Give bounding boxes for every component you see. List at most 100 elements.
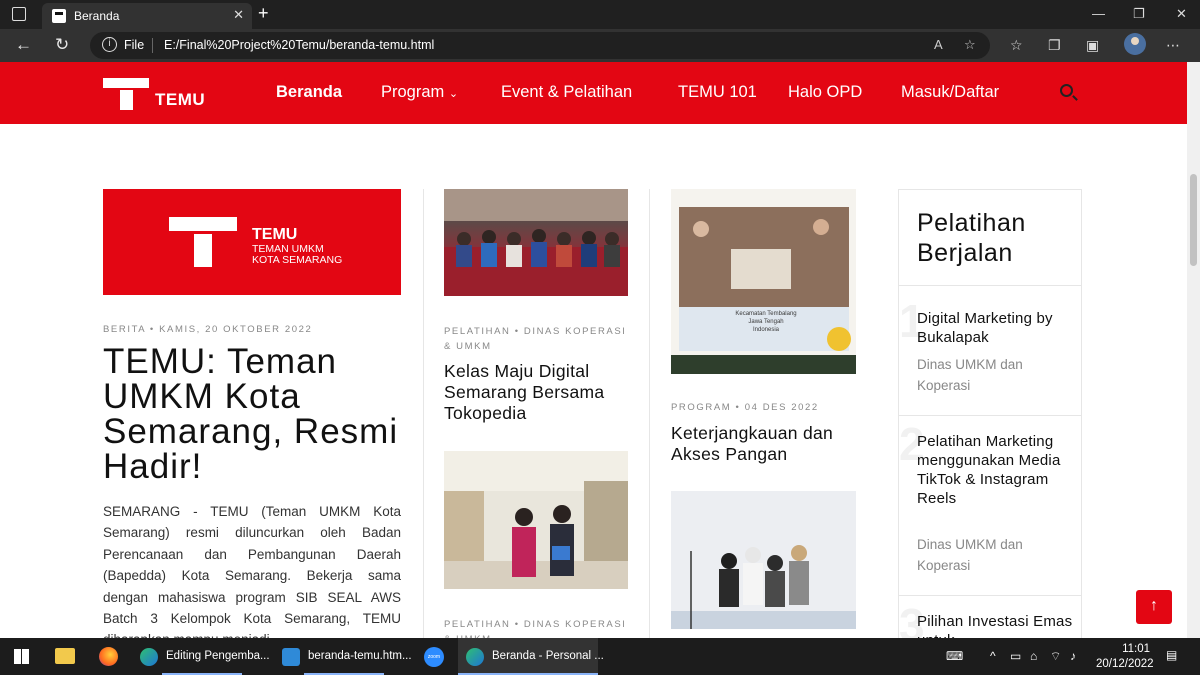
sidebar-heading: Pelatihan Berjalan [917, 209, 1026, 267]
page-viewport: TEMU Beranda Program ⌄ Event & Pelatihan… [0, 62, 1187, 638]
nav-program[interactable]: Program ⌄ [381, 83, 458, 102]
card-title-pangan[interactable]: Keterjangkauan dan Akses Pangan [671, 423, 856, 465]
edge-icon [466, 648, 484, 666]
vscode-icon [282, 648, 300, 666]
arrow-up-icon: ↑ [1150, 597, 1158, 614]
sidebar-divider [899, 285, 1081, 286]
sidebar-item-subtitle: Dinas UMKM dan Koperasi [917, 537, 1023, 573]
extensions-icon[interactable]: ▣ [1086, 37, 1099, 54]
taskbar-item-label: Beranda - Personal ... [492, 650, 604, 662]
nav-beranda[interactable]: Beranda [276, 83, 342, 102]
article-photo-group[interactable] [671, 491, 856, 629]
nav-temu-101[interactable]: TEMU 101 [678, 83, 757, 102]
article-photo-office[interactable] [444, 451, 628, 589]
hero-logo-sub2: KOTA SEMARANG [252, 254, 343, 266]
card-title-kelas-maju[interactable]: Kelas Maju Digital Semarang Bersama Toko… [444, 361, 628, 424]
edge-icon [140, 648, 158, 666]
address-bar[interactable]: i File E:/Final%20Project%20Temu/beranda… [90, 32, 990, 59]
site-header: TEMU Beranda Program ⌄ Event & Pelatihan… [0, 62, 1187, 124]
photo-group [671, 491, 856, 629]
card-meta: PELATIHAN • DINAS KOPERASI & UMKM [444, 326, 627, 352]
poster-line1: Kecamatan Tembalang [735, 311, 796, 317]
notification-icon[interactable]: ▤ [1166, 648, 1177, 662]
taskbar-item-label: beranda-temu.htm... [308, 650, 412, 662]
sidebar-item-title[interactable]: Pilihan Investasi Emas untuk [917, 612, 1077, 638]
site-logo-text[interactable]: TEMU [155, 90, 205, 110]
sidebar-divider [899, 595, 1081, 596]
photo-crowd [444, 189, 628, 296]
favorite-add-icon[interactable]: ☆ [964, 37, 976, 53]
refresh-icon[interactable]: ↻ [55, 35, 69, 55]
temu-logo-icon [169, 217, 237, 267]
hero-meta: BERITA • KAMIS, 20 OKTOBER 2022 [103, 324, 313, 335]
battery-icon[interactable]: ▭ [1010, 649, 1021, 663]
hero-logo-title: TEMU [252, 226, 298, 243]
article-photo-kelas-maju[interactable] [444, 189, 628, 296]
photo-office [444, 451, 628, 589]
poster-line3: Indonesia [753, 327, 780, 333]
poster-line2: Jawa Tengah [748, 319, 783, 325]
search-icon[interactable] [1060, 84, 1073, 97]
browser-tabbar: Beranda ✕ + — ❐ ✕ [0, 0, 1200, 29]
url-text[interactable]: E:/Final%20Project%20Temu/beranda-temu.h… [164, 38, 434, 52]
chevron-down-icon: ⌄ [448, 88, 459, 100]
clock-time: 11:01 [1122, 643, 1150, 655]
column-divider [423, 189, 424, 638]
page-scrollbar[interactable] [1187, 62, 1200, 638]
photo-poster: Kecamatan Tembalang Jawa Tengah Indonesi… [671, 189, 856, 374]
sidebar-pelatihan-berjalan: Pelatihan Berjalan 1 Digital Marketing b… [898, 189, 1082, 638]
hero-excerpt: SEMARANG - TEMU (Teman UMKM Kota Semaran… [103, 504, 401, 638]
zoom-icon[interactable]: zoom [424, 647, 444, 667]
tray-chevron-up-icon[interactable]: ^ [990, 649, 996, 663]
back-icon[interactable]: ← [15, 35, 32, 55]
browser-toolbar: ← ↻ i File E:/Final%20Project%20Temu/ber… [0, 29, 1200, 62]
read-aloud-icon[interactable]: A [934, 37, 943, 52]
article-photo-pangan[interactable]: Kecamatan Tembalang Jawa Tengah Indonesi… [671, 189, 856, 374]
windows-taskbar: Editing Pengemba... beranda-temu.htm... … [0, 638, 1200, 675]
nav-masuk-daftar[interactable]: Masuk/Daftar [901, 83, 999, 102]
tab-title: Beranda [74, 9, 120, 23]
hero-logo-subtitle: TEMAN UMKM KOTA SEMARANG [252, 244, 342, 266]
minimize-icon[interactable]: — [1092, 6, 1105, 21]
hero-title[interactable]: TEMU: Teman UMKM Kota Semarang, Resmi Ha… [103, 344, 401, 484]
taskbar-item-edge-editing[interactable]: Editing Pengemba... [132, 638, 272, 675]
address-scheme-label: File [124, 38, 145, 52]
more-menu-icon[interactable]: ⋯ [1166, 37, 1180, 54]
volume-icon[interactable]: ♪ [1070, 649, 1076, 663]
window-close-icon[interactable]: ✕ [1176, 6, 1187, 22]
scrollbar-thumb[interactable] [1190, 174, 1197, 266]
card-meta: PELATIHAN • DINAS KOPERASI & UMKM [444, 619, 627, 638]
nav-halo-opd[interactable]: Halo OPD [788, 83, 862, 102]
wifi-icon[interactable]: ⌔ [1050, 649, 1061, 664]
collections-icon[interactable]: ❐ [1048, 37, 1061, 54]
taskbar-item-vscode[interactable]: beranda-temu.htm... [274, 638, 414, 675]
file-explorer-icon[interactable] [55, 648, 75, 664]
column-divider [649, 189, 650, 638]
info-icon[interactable]: i [102, 37, 117, 52]
tab-close-icon[interactable]: ✕ [233, 7, 244, 23]
nav-program-label: Program [381, 83, 445, 101]
sidebar-divider [899, 415, 1081, 416]
taskbar-item-edge-beranda[interactable]: Beranda - Personal ... [458, 638, 604, 675]
sidebar-item-title[interactable]: Pelatihan Marketing menggunakan Media Ti… [917, 432, 1077, 508]
hero-image[interactable]: TEMU TEMAN UMKM KOTA SEMARANG [103, 189, 401, 295]
sidebar-item-title[interactable]: Digital Marketing by Bukalapak [917, 309, 1077, 347]
taskbar-item-label: Editing Pengemba... [166, 650, 270, 662]
profile-avatar-icon[interactable] [1124, 33, 1146, 55]
restore-icon[interactable]: ❐ [1133, 6, 1145, 22]
temu-logo-icon[interactable] [103, 78, 149, 110]
tab-actions-icon[interactable] [12, 7, 26, 21]
card-meta: PROGRAM • 04 DES 2022 [671, 402, 819, 413]
scroll-to-top-button[interactable]: ↑ [1136, 590, 1172, 624]
system-clock[interactable]: 11:01 20/12/2022 [1096, 642, 1154, 672]
keyboard-icon[interactable]: ⌨ [946, 649, 963, 663]
new-tab-icon[interactable]: + [258, 3, 269, 24]
favorites-icon[interactable]: ☆ [1010, 37, 1023, 54]
windows-start-icon[interactable] [14, 649, 29, 664]
nav-event-pelatihan[interactable]: Event & Pelatihan [501, 83, 632, 102]
firefox-icon[interactable] [99, 647, 118, 666]
address-separator [152, 38, 153, 53]
browser-tab[interactable]: Beranda ✕ [42, 3, 252, 29]
tab-favicon-icon [52, 9, 66, 23]
network-icon[interactable]: ⌂ [1030, 649, 1037, 663]
